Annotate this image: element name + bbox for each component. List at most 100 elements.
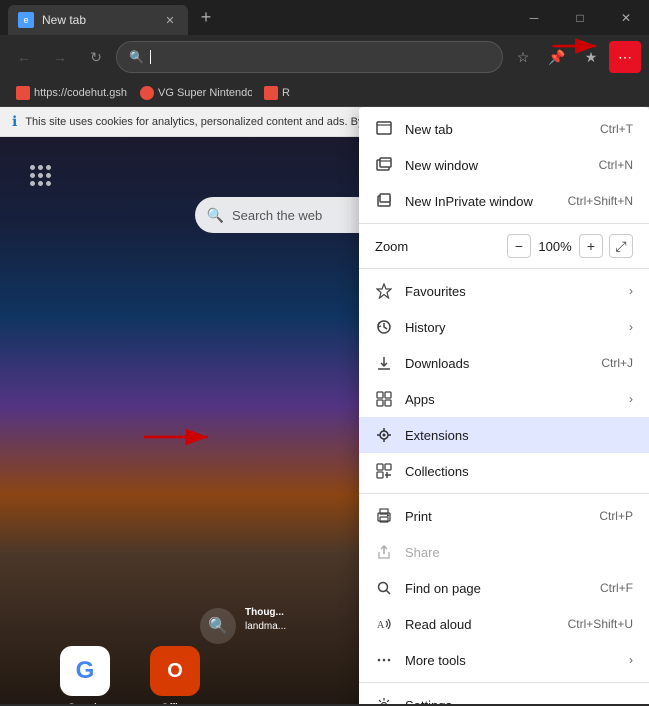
menu-divider-1 — [359, 223, 649, 224]
favourites-icon[interactable]: ★ — [575, 41, 607, 73]
collections-menu-icon — [375, 462, 393, 480]
address-bar-row: ← → ↻ 🔍 ☆ 📌 ★ ⋯ — [0, 35, 649, 79]
maximize-button[interactable]: □ — [557, 0, 603, 35]
menu-item-favourites[interactable]: Favourites › — [359, 273, 649, 309]
menu-label-new-tab: New tab — [405, 122, 588, 137]
menu-shortcut-read-aloud: Ctrl+Shift+U — [568, 617, 633, 631]
toolbar-icons: ☆ 📌 ★ ⋯ — [507, 41, 641, 73]
tab-title: New tab — [42, 13, 154, 27]
find-menu-icon — [375, 579, 393, 597]
menu-item-history[interactable]: History › — [359, 309, 649, 345]
back-button[interactable]: ← — [8, 41, 40, 73]
shortcut-office-label: Office — [161, 702, 190, 704]
menu-label-apps: Apps — [405, 392, 617, 407]
menu-shortcut-new-tab: Ctrl+T — [600, 122, 633, 136]
menu-item-settings[interactable]: Settings — [359, 687, 649, 704]
menu-label-read-aloud: Read aloud — [405, 617, 556, 632]
zoom-out-button[interactable]: − — [507, 234, 531, 258]
new-tab-button[interactable]: + — [192, 4, 220, 32]
bookmark-favicon-1 — [16, 86, 30, 100]
menu-item-collections[interactable]: Collections — [359, 453, 649, 489]
menu-label-downloads: Downloads — [405, 356, 589, 371]
menu-arrow-apps: › — [629, 392, 633, 406]
more-tools-menu-icon — [375, 651, 393, 669]
menu-item-downloads[interactable]: Downloads Ctrl+J — [359, 345, 649, 381]
forward-button[interactable]: → — [44, 41, 76, 73]
bookmark-label-2: VG Super Nintendo Ga... — [158, 87, 252, 99]
extensions-menu-icon — [375, 426, 393, 444]
menu-item-find[interactable]: Find on page Ctrl+F — [359, 570, 649, 606]
info-icon: ℹ — [12, 113, 17, 130]
shortcut-office[interactable]: O Office — [150, 646, 200, 704]
zoom-controls: − 100% + ⤢ — [507, 234, 633, 258]
collections-icon[interactable]: 📌 — [541, 41, 573, 73]
inprivate-icon — [375, 192, 393, 210]
menu-item-apps[interactable]: Apps › — [359, 381, 649, 417]
tab-close-button[interactable]: ✕ — [162, 12, 178, 28]
apps-grid-icon[interactable] — [30, 165, 51, 186]
menu-item-read-aloud[interactable]: A Read aloud Ctrl+Shift+U — [359, 606, 649, 642]
zoom-fullscreen-button[interactable]: ⤢ — [609, 234, 633, 258]
menu-arrow-more-tools: › — [629, 653, 633, 667]
bookmark-item-1[interactable]: https://codehut.gsh... — [8, 84, 128, 102]
menu-label-extensions: Extensions — [405, 428, 633, 443]
menu-divider-3 — [359, 493, 649, 494]
menu-label-new-window: New window — [405, 158, 587, 173]
favourites-menu-icon — [375, 282, 393, 300]
zoom-label: Zoom — [375, 239, 499, 254]
menu-label-settings: Settings — [405, 698, 633, 705]
menu-item-new-tab[interactable]: New tab Ctrl+T — [359, 111, 649, 147]
shortcuts-area: 🔍 Thoug... landma... G Google O Office — [60, 596, 200, 704]
address-input[interactable]: 🔍 — [116, 41, 503, 73]
bookmark-item-2[interactable]: VG Super Nintendo Ga... — [132, 84, 252, 102]
apps-menu-icon — [375, 390, 393, 408]
refresh-button[interactable]: ↻ — [80, 41, 112, 73]
menu-divider-2 — [359, 268, 649, 269]
new-tab-icon — [375, 120, 393, 138]
window-controls: ─ □ ✕ — [511, 0, 649, 35]
menu-shortcut-print: Ctrl+P — [599, 509, 633, 523]
bookmark-favicon-2 — [140, 86, 154, 100]
bookmark-label-1: https://codehut.gsh... — [34, 87, 128, 99]
print-menu-icon — [375, 507, 393, 525]
news-snippet: Thoug... landma... — [245, 606, 345, 634]
menu-icon-highlighted[interactable]: ⋯ — [609, 41, 641, 73]
menu-arrow-favourites: › — [629, 284, 633, 298]
menu-label-print: Print — [405, 509, 587, 524]
tab-favicon: e — [18, 12, 34, 28]
dots-icon: ⋯ — [618, 49, 632, 66]
svg-text:A: A — [377, 620, 385, 631]
history-menu-icon — [375, 318, 393, 336]
menu-shortcut-new-window: Ctrl+N — [599, 158, 633, 172]
bookmark-label-3: R — [282, 87, 290, 99]
downloads-menu-icon — [375, 354, 393, 372]
menu-item-print[interactable]: Print Ctrl+P — [359, 498, 649, 534]
menu-shortcut-downloads: Ctrl+J — [601, 356, 633, 370]
menu-item-more-tools[interactable]: More tools › — [359, 642, 649, 678]
search-icon: 🔍 — [129, 50, 144, 64]
shortcut-google-label: Google — [67, 702, 102, 704]
menu-label-find: Find on page — [405, 581, 588, 596]
active-tab[interactable]: e New tab ✕ — [8, 5, 188, 35]
bookmark-item-3[interactable]: R — [256, 84, 298, 102]
browser-window: e New tab ✕ + ─ □ ✕ ← → ↻ 🔍 ☆ 📌 ★ ⋯ — [0, 0, 649, 706]
share-menu-icon — [375, 543, 393, 561]
menu-item-extensions[interactable]: Extensions — [359, 417, 649, 453]
read-aloud-menu-icon: A — [375, 615, 393, 633]
menu-item-inprivate[interactable]: New InPrivate window Ctrl+Shift+N — [359, 183, 649, 219]
minimize-button[interactable]: ─ — [511, 0, 557, 35]
search-placeholder: Search the web — [232, 208, 322, 223]
close-button[interactable]: ✕ — [603, 0, 649, 35]
menu-label-inprivate: New InPrivate window — [405, 194, 556, 209]
star-icon[interactable]: ☆ — [507, 41, 539, 73]
menu-label-favourites: Favourites — [405, 284, 617, 299]
zoom-in-button[interactable]: + — [579, 234, 603, 258]
search-circle-icon[interactable]: 🔍 — [200, 608, 236, 644]
menu-item-new-window[interactable]: New window Ctrl+N — [359, 147, 649, 183]
search-icon-page: 🔍 — [207, 207, 224, 224]
new-window-icon — [375, 156, 393, 174]
office-icon: O — [150, 646, 200, 696]
shortcut-google[interactable]: G Google — [60, 646, 110, 704]
title-bar: e New tab ✕ + ─ □ ✕ — [0, 0, 649, 35]
menu-shortcut-find: Ctrl+F — [600, 581, 633, 595]
